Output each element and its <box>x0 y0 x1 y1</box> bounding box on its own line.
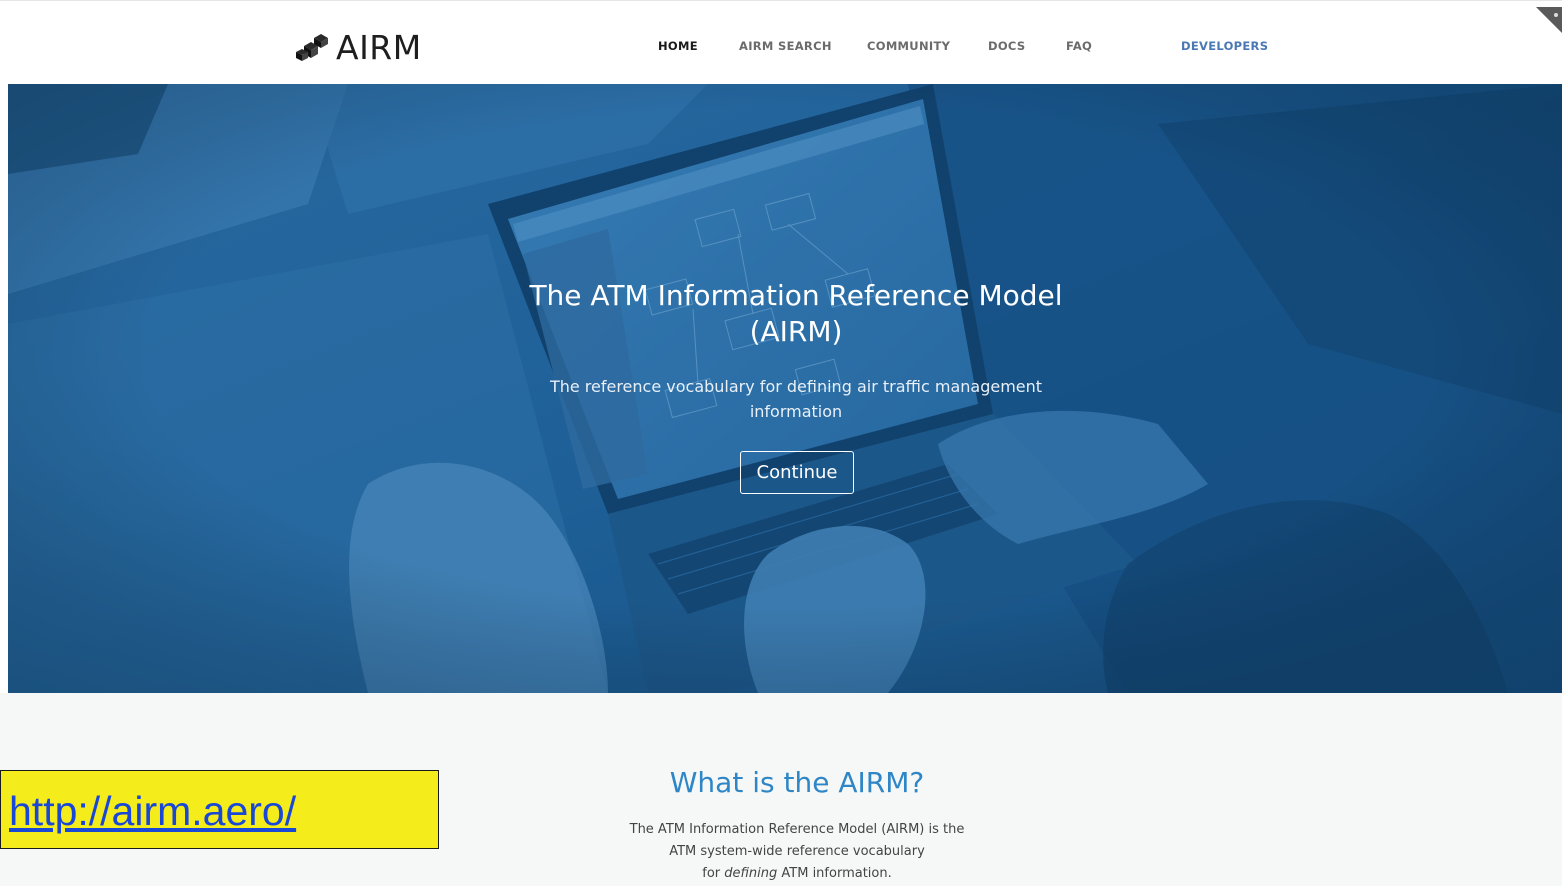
hero-title-line-1: The ATM Information Reference Model <box>529 279 1063 312</box>
hero-title-line-2: (AIRM) <box>749 315 843 348</box>
airm-url-link[interactable]: http://airm.aero/ <box>9 788 296 835</box>
section-desc-line-1: The ATM Information Reference Model (AIR… <box>629 822 965 837</box>
url-callout-box: http://airm.aero/ <box>0 770 439 849</box>
nav-faq[interactable]: FAQ <box>1066 39 1092 53</box>
nav-docs[interactable]: DOCS <box>988 39 1025 53</box>
corner-ribbon-icon[interactable] <box>1536 7 1562 33</box>
section-desc-emphasis: defining <box>724 866 778 881</box>
section-description: The ATM Information Reference Model (AIR… <box>560 819 1034 885</box>
hero-subtitle-line-2: information <box>749 402 843 421</box>
hero-subtitle: The reference vocabulary for defining ai… <box>536 374 1056 424</box>
nav-developers[interactable]: DEVELOPERS <box>1181 39 1268 53</box>
hero-banner: The ATM Information Reference Model (AIR… <box>8 84 1562 693</box>
section-desc-line-3-pre: for <box>702 866 725 881</box>
section-desc-line-3-post: ATM information. <box>777 866 892 881</box>
continue-button[interactable]: Continue <box>740 451 854 494</box>
hero-content: The ATM Information Reference Model (AIR… <box>8 84 1562 693</box>
nav-airm-search[interactable]: AIRM SEARCH <box>739 39 832 53</box>
main-nav: HOME AIRM SEARCH COMMUNITY DOCS FAQ DEVE… <box>0 39 1562 55</box>
section-desc-line-2: ATM system-wide reference vocabulary <box>669 844 925 859</box>
nav-home[interactable]: HOME <box>658 39 698 53</box>
section-title: What is the AIRM? <box>669 766 925 799</box>
hero-subtitle-line-1: The reference vocabulary for defining ai… <box>549 377 1043 396</box>
nav-community[interactable]: COMMUNITY <box>867 39 950 53</box>
site-header: AIRM HOME AIRM SEARCH COMMUNITY DOCS FAQ… <box>0 0 1562 84</box>
hero-title: The ATM Information Reference Model (AIR… <box>496 278 1096 350</box>
